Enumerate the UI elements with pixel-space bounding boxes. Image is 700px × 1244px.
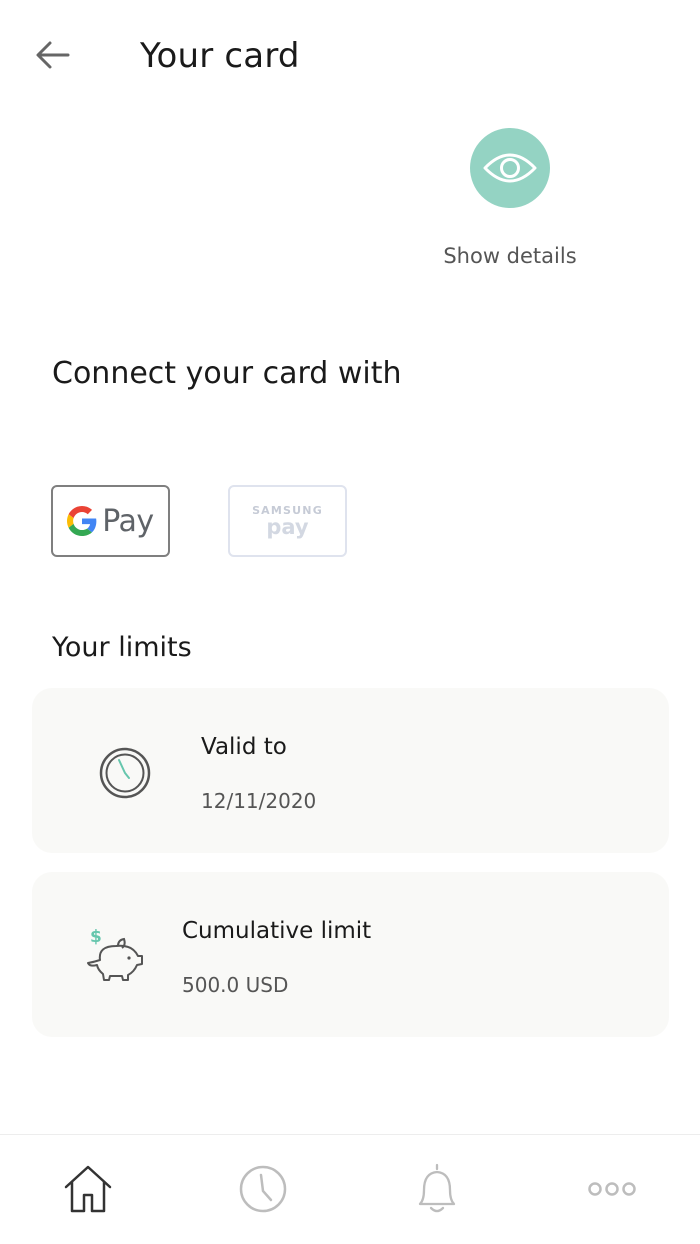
valid-to-card: Valid to 12/11/2020 [32, 688, 669, 853]
svg-text:$: $ [90, 927, 102, 947]
clock-icon [96, 744, 154, 802]
piggy-bank-icon: $ [82, 920, 146, 984]
bottom-navigation [0, 1134, 700, 1244]
show-details-button[interactable]: Show details [430, 126, 590, 276]
back-button[interactable] [28, 30, 78, 80]
eye-icon [483, 153, 537, 183]
valid-to-value: 12/11/2020 [201, 789, 317, 813]
google-pay-label: Pay [102, 503, 154, 539]
nav-more[interactable] [582, 1161, 642, 1217]
google-g-icon [67, 506, 97, 536]
home-icon [64, 1165, 112, 1213]
nav-home[interactable] [58, 1161, 118, 1217]
connect-section-title: Connect your card with [52, 356, 402, 391]
clock-icon [239, 1165, 287, 1213]
valid-to-label: Valid to [201, 734, 287, 760]
cumulative-limit-card: $ Cumulative limit 500.0 USD [32, 872, 669, 1037]
samsung-pay-bottom-label: pay [266, 514, 309, 539]
eye-icon-circle [470, 128, 550, 208]
samsung-pay-top-label: SAMSUNG [252, 503, 323, 517]
app-header: Your card [0, 0, 700, 115]
limits-section-title: Your limits [52, 632, 192, 663]
cumulative-limit-label: Cumulative limit [182, 918, 372, 944]
google-pay-button[interactable]: Pay [51, 485, 170, 557]
more-icon [588, 1182, 636, 1196]
nav-notifications[interactable] [407, 1161, 467, 1217]
samsung-pay-button[interactable]: SAMSUNG pay [228, 485, 347, 557]
bell-icon [418, 1163, 456, 1213]
samsung-pay-logo: SAMSUNG pay [252, 505, 323, 538]
cumulative-limit-value: 500.0 USD [182, 973, 289, 997]
show-details-label: Show details [443, 244, 577, 268]
page-title: Your card [140, 36, 300, 76]
nav-history[interactable] [233, 1161, 293, 1217]
arrow-left-icon [36, 41, 70, 69]
